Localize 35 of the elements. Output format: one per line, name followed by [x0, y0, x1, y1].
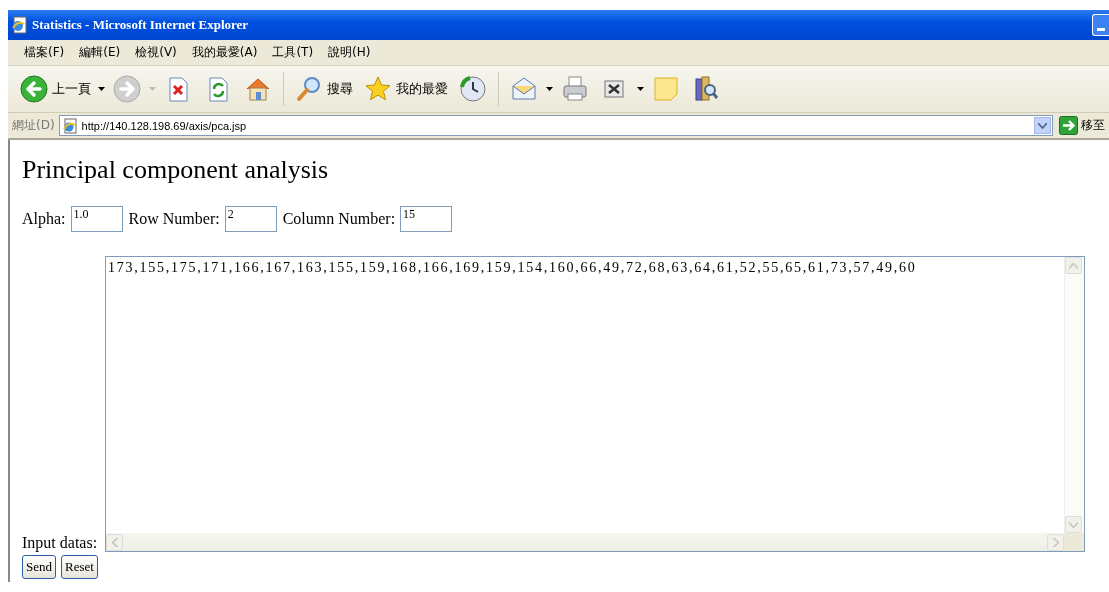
menu-item[interactable]: 說明(H)	[322, 42, 377, 63]
form-button[interactable]: Send	[22, 555, 56, 579]
menu-item[interactable]: 我的最愛(A)	[185, 42, 264, 63]
menu-item[interactable]: 編輯(E)	[73, 42, 127, 63]
text-field[interactable]: 15	[400, 206, 453, 232]
printer-icon[interactable]	[560, 74, 590, 104]
field-label: Row Number:	[128, 210, 220, 228]
address-field[interactable]: http://140.128.198.69/axis/pca.jsp	[81, 119, 1030, 132]
menu-item[interactable]: 檔案(F)	[18, 42, 71, 63]
menu-item[interactable]: 檢視(V)	[129, 42, 183, 63]
back-arrow-button[interactable]: 上一頁	[16, 72, 94, 106]
text-field[interactable]: 2	[224, 206, 277, 232]
caret-icon[interactable]	[546, 87, 553, 91]
star-button[interactable]: 我的最愛	[360, 72, 451, 106]
menu-item[interactable]: 工具(T)	[266, 42, 320, 63]
caret-icon[interactable]	[637, 87, 644, 91]
page-icon	[61, 117, 78, 134]
field-label: Column Number:	[282, 210, 396, 228]
caret-icon[interactable]	[98, 87, 105, 91]
window-title: Statistics - Microsoft Internet Explorer	[32, 17, 250, 33]
address-bar-frame[interactable]: http://140.128.198.69/axis/pca.jsp	[58, 115, 1053, 136]
search-button[interactable]: 搜尋	[291, 72, 356, 106]
field-label: Input datas:	[22, 534, 99, 552]
page-icon	[10, 16, 28, 34]
dropdown-icon[interactable]	[1038, 122, 1047, 129]
form-button[interactable]: Reset	[61, 555, 98, 579]
text-field[interactable]: 1.0	[70, 206, 123, 232]
scrollbar-corner	[1064, 533, 1084, 551]
arrow-icon	[1059, 116, 1078, 135]
address-label: 網址(D)	[12, 117, 55, 134]
page-heading: Principal component analysis	[22, 154, 330, 186]
go-button[interactable]: 移至	[1057, 116, 1109, 135]
minimize-button[interactable]	[1092, 14, 1109, 36]
history-icon[interactable]	[458, 74, 488, 104]
field-label: Alpha:	[22, 210, 66, 228]
